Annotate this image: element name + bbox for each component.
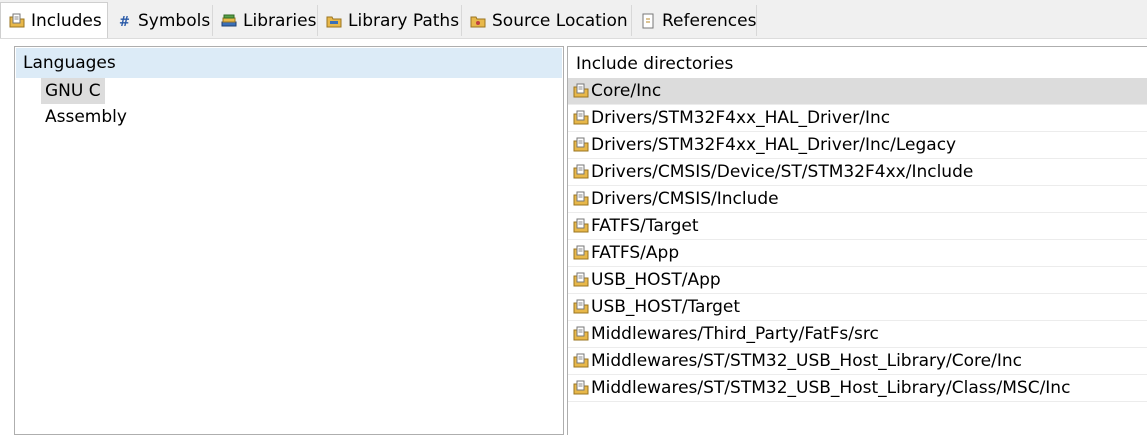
list-item-label: Drivers/CMSIS/Device/ST/STM32F4xx/Includ…	[591, 162, 974, 182]
library-books-icon	[221, 13, 237, 29]
include-folder-icon	[573, 110, 589, 125]
list-item[interactable]: USB_HOST/App	[568, 267, 1147, 294]
svg-text:#: #	[119, 15, 130, 29]
list-item[interactable]: FATFS/Target	[568, 213, 1147, 240]
include-folder-icon	[573, 191, 589, 206]
languages-tree[interactable]: Languages GNU C Assembly	[14, 46, 564, 435]
list-item-label: Drivers/STM32F4xx_HAL_Driver/Inc/Legacy	[591, 135, 957, 155]
include-folder-icon	[573, 353, 589, 368]
tab-source-location[interactable]: Source Location	[462, 5, 632, 36]
tab-library-paths[interactable]: Library Paths	[318, 5, 462, 36]
source-folder-icon	[470, 13, 486, 29]
list-item[interactable]: Middlewares/ST/STM32_USB_Host_Library/Co…	[568, 348, 1147, 375]
list-item[interactable]: FATFS/App	[568, 240, 1147, 267]
list-item[interactable]: Drivers/CMSIS/Include	[568, 186, 1147, 213]
include-directories-list[interactable]: Include directories Core/Inc Drivers/STM…	[567, 46, 1147, 435]
list-item-label: Core/Inc	[591, 81, 662, 101]
tab-label: Symbols	[138, 10, 211, 31]
include-folder-icon	[573, 272, 589, 287]
list-item[interactable]: Middlewares/ST/STM32_USB_Host_Library/Cl…	[568, 375, 1147, 402]
tab-includes[interactable]: Includes	[0, 2, 108, 38]
include-folder-icon	[573, 218, 589, 233]
list-item-label: USB_HOST/App	[591, 270, 721, 290]
tab-label: Libraries	[243, 10, 317, 31]
include-folder-icon	[573, 137, 589, 152]
tab-references[interactable]: References	[632, 5, 757, 36]
include-folder-icon	[573, 326, 589, 341]
list-item-label: Middlewares/Third_Party/FatFs/src	[591, 324, 879, 344]
list-item[interactable]: Core/Inc	[568, 78, 1147, 105]
list-item-label: Middlewares/ST/STM32_USB_Host_Library/Cl…	[591, 378, 1071, 398]
list-item-label: FATFS/Target	[591, 216, 699, 236]
list-item[interactable]: Drivers/STM32F4xx_HAL_Driver/Inc	[568, 105, 1147, 132]
include-directories-rows: Core/Inc Drivers/STM32F4xx_HAL_Driver/In…	[568, 78, 1147, 402]
include-folder-icon	[573, 164, 589, 179]
tab-label: Library Paths	[348, 10, 460, 31]
language-item-gnu-c[interactable]: GNU C	[41, 78, 105, 104]
tab-bar: Includes # Symbols Libraries Library Pat…	[0, 0, 1147, 39]
include-folder-icon	[9, 13, 25, 29]
list-item-label: FATFS/App	[591, 243, 680, 263]
list-item-label: Drivers/CMSIS/Include	[591, 189, 779, 209]
include-folder-icon	[573, 245, 589, 260]
include-folder-icon	[573, 380, 589, 395]
list-item[interactable]: Middlewares/Third_Party/FatFs/src	[568, 321, 1147, 348]
include-folder-icon	[573, 299, 589, 314]
hash-icon: #	[116, 13, 132, 30]
include-folder-icon	[573, 83, 589, 98]
list-item[interactable]: Drivers/STM32F4xx_HAL_Driver/Inc/Legacy	[568, 132, 1147, 159]
tab-symbols[interactable]: # Symbols	[108, 5, 213, 36]
list-item-label: Middlewares/ST/STM32_USB_Host_Library/Co…	[591, 351, 1022, 371]
tab-label: References	[662, 10, 757, 31]
tab-label: Source Location	[492, 10, 628, 31]
references-doc-icon	[640, 13, 656, 29]
list-item[interactable]: USB_HOST/Target	[568, 294, 1147, 321]
tab-label: Includes	[31, 10, 102, 31]
language-item-assembly[interactable]: Assembly	[41, 104, 131, 130]
list-item-label: USB_HOST/Target	[591, 297, 741, 317]
list-item-label: Drivers/STM32F4xx_HAL_Driver/Inc	[591, 108, 891, 128]
include-directories-header: Include directories	[576, 54, 734, 74]
tab-libraries[interactable]: Libraries	[213, 5, 318, 36]
library-folder-icon	[326, 13, 342, 29]
list-item[interactable]: Drivers/CMSIS/Device/ST/STM32F4xx/Includ…	[568, 159, 1147, 186]
languages-header[interactable]: Languages	[16, 48, 562, 78]
